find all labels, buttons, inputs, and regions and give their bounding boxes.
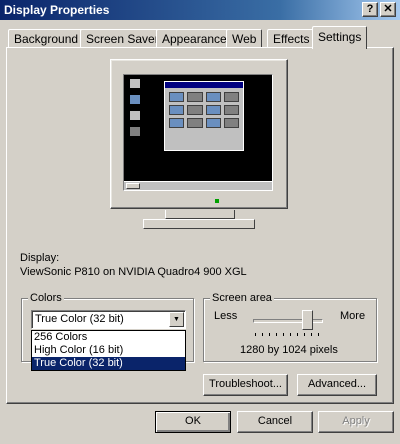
- screen-area-value: 1280 by 1024 pixels: [240, 344, 338, 356]
- tab-screen-saver[interactable]: Screen Saver: [80, 29, 165, 48]
- preview-start-button: [126, 183, 140, 189]
- colors-select[interactable]: True Color (32 bit) ▼: [31, 310, 186, 329]
- monitor-neck: [165, 210, 235, 219]
- my-computer-icon: [130, 79, 140, 88]
- monitor-preview: [110, 59, 288, 209]
- preview-icons: [165, 88, 243, 132]
- colors-option[interactable]: 256 Colors: [32, 331, 185, 344]
- window-title: Display Properties: [4, 3, 110, 17]
- troubleshoot-button[interactable]: Troubleshoot...: [203, 374, 288, 396]
- screen-area-slider-thumb[interactable]: [302, 310, 313, 330]
- desktop-preview: [123, 74, 273, 191]
- close-button[interactable]: ✕: [380, 2, 396, 17]
- power-led-icon: [215, 199, 219, 203]
- cancel-button[interactable]: Cancel: [237, 411, 313, 433]
- help-icon: ?: [366, 3, 374, 15]
- tab-appearance[interactable]: Appearance: [156, 29, 233, 48]
- colors-option-selected[interactable]: True Color (32 bit): [32, 357, 185, 370]
- display-label: Display:: [20, 252, 60, 264]
- apply-button[interactable]: Apply: [318, 411, 394, 433]
- colors-dropdown-list: 256 Colors High Color (16 bit) True Colo…: [31, 330, 186, 371]
- colors-selected-value: True Color (32 bit): [35, 313, 124, 325]
- title-bar: Display Properties ? ✕: [0, 0, 400, 20]
- documents-icon: [130, 95, 140, 104]
- preview-window: [164, 81, 244, 151]
- tab-effects[interactable]: Effects: [267, 29, 316, 48]
- close-icon: ✕: [383, 3, 393, 15]
- slider-less-label: Less: [214, 310, 238, 322]
- display-name: ViewSonic P810 on NVIDIA Quadro4 900 XGL: [20, 266, 247, 278]
- chevron-down-icon[interactable]: ▼: [169, 312, 184, 327]
- tab-settings[interactable]: Settings: [312, 26, 368, 49]
- slider-ticks: [255, 333, 321, 336]
- preview-taskbar: [124, 181, 272, 190]
- colors-option[interactable]: High Color (16 bit): [32, 344, 185, 357]
- ok-button[interactable]: OK: [155, 411, 231, 433]
- recycle-bin-icon: [130, 127, 140, 136]
- screen-area-legend: Screen area: [210, 292, 274, 304]
- tab-background[interactable]: Background: [8, 29, 85, 48]
- help-button[interactable]: ?: [362, 2, 378, 17]
- tab-web[interactable]: Web: [226, 29, 263, 48]
- advanced-button[interactable]: Advanced...: [297, 374, 377, 396]
- monitor-base: [143, 219, 255, 229]
- network-icon: [130, 111, 140, 120]
- slider-more-label: More: [340, 310, 366, 322]
- colors-legend: Colors: [28, 292, 64, 304]
